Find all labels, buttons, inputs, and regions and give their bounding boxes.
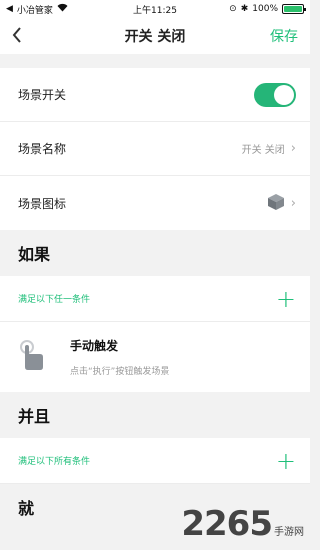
scene-name-value: 开关 关闭 [241,145,285,156]
status-left: ◀ 小冶管家 [6,3,68,16]
scene-name-label: 场景名称 [18,142,67,156]
hand-tap-icon [18,339,70,375]
chevron-right-icon: › [290,195,296,211]
wifi-icon [57,3,68,15]
back-to-app-icon: ◀ [6,4,13,14]
nav-bar: 开关 关闭 保存 [0,18,310,54]
scene-name-row[interactable]: 场景名称 开关 关闭 › [0,122,310,176]
and-condition-text: 满足以下所有条件 [18,457,91,467]
back-chevron-icon[interactable] [12,24,42,48]
watermark-site-name: 手游网 [274,527,304,538]
toggle-knob [274,84,294,105]
status-right: ⊙ ✱ 100% [229,4,306,14]
add-and-condition-plus-icon[interactable]: + [276,449,296,473]
status-bar: ◀ 小冶管家 上午11:25 ⊙ ✱ 100% [0,0,310,18]
spacer [0,54,310,68]
battery-percent: 100% [252,4,278,14]
manual-trigger-text: 手动触发 点击“执行”按钮触发场景 [70,337,169,377]
manual-trigger-subtitle: 点击“执行”按钮触发场景 [70,367,170,377]
watermark-logo-digits: 2265 [181,504,273,544]
cube-icon [267,193,285,214]
scene-switch-row: 场景开关 [0,68,310,122]
chevron-right-icon: › [290,141,296,156]
if-section-title: 如果 [0,230,310,276]
if-condition-text: 满足以下任一条件 [18,295,91,305]
scene-settings: 场景开关 场景名称 开关 关闭 › 场景图标 › [0,68,310,230]
scene-switch-label: 场景开关 [18,88,67,102]
site-watermark: 2265 手游网 [181,504,304,544]
page-title: 开关 关闭 [124,29,186,45]
add-if-condition-plus-icon[interactable]: + [276,287,296,311]
battery-icon [282,4,306,14]
bluetooth-icon: ✱ [240,4,249,14]
manual-trigger-title: 手动触发 [70,339,119,353]
and-section-title: 并且 [0,392,310,438]
and-condition-row: 满足以下所有条件 + [0,438,310,484]
if-condition-row: 满足以下任一条件 + [0,276,310,322]
manual-trigger-item[interactable]: 手动触发 点击“执行”按钮触发场景 [0,322,310,392]
scene-icon-label: 场景图标 [18,196,67,211]
carrier-name: 小冶管家 [16,5,53,16]
scene-icon-row[interactable]: 场景图标 › [0,176,310,230]
save-button[interactable]: 保存 [270,26,298,46]
rotation-lock-icon: ⊙ [229,4,237,14]
scene-switch-toggle[interactable] [254,82,296,107]
